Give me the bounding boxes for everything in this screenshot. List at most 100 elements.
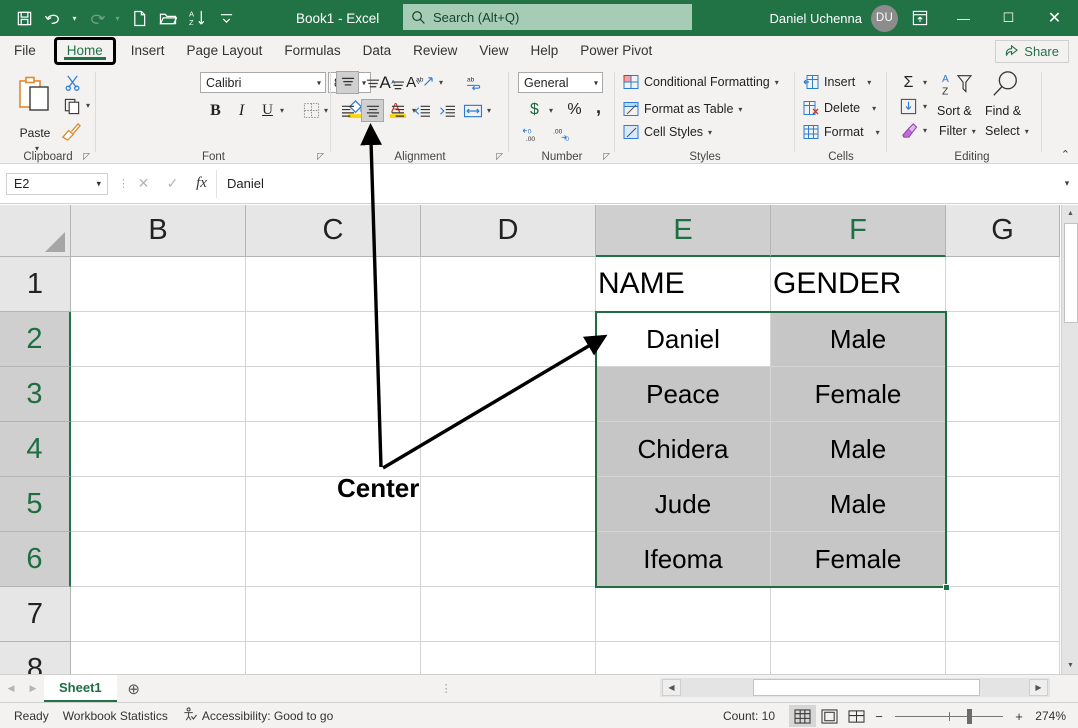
scroll-down-icon[interactable]: ▼ bbox=[1062, 657, 1078, 674]
cell-G4[interactable] bbox=[946, 422, 1060, 477]
find-select-icon[interactable] bbox=[987, 70, 1023, 100]
row-header-6[interactable]: 6 bbox=[0, 532, 71, 587]
scroll-up-icon[interactable]: ▲ bbox=[1062, 205, 1078, 222]
comma-format-icon[interactable]: , bbox=[587, 96, 610, 119]
tab-data[interactable]: Data bbox=[352, 36, 403, 66]
orientation-icon[interactable]: ab bbox=[413, 71, 436, 94]
autosum-icon[interactable]: Σ bbox=[897, 71, 920, 94]
cell-E5[interactable]: Jude bbox=[596, 477, 771, 532]
insert-function-icon[interactable]: fx bbox=[187, 170, 216, 198]
cell-D8[interactable] bbox=[421, 642, 596, 674]
underline-dropdown-icon[interactable]: ▾ bbox=[276, 102, 288, 118]
cell-G7[interactable] bbox=[946, 587, 1060, 642]
align-right-icon[interactable] bbox=[386, 99, 409, 122]
clear-icon[interactable] bbox=[897, 119, 920, 142]
row-header-7[interactable]: 7 bbox=[0, 587, 71, 642]
tab-formulas[interactable]: Formulas bbox=[273, 36, 351, 66]
share-button[interactable]: Share bbox=[995, 40, 1069, 63]
bold-icon[interactable]: B bbox=[204, 99, 227, 122]
cell-C7[interactable] bbox=[246, 587, 421, 642]
cell-F6[interactable]: Female bbox=[771, 532, 946, 587]
minimize-button[interactable]: — bbox=[941, 0, 986, 36]
vertical-scroll-thumb[interactable] bbox=[1064, 223, 1078, 323]
cell-B2[interactable] bbox=[71, 312, 246, 367]
cell-E8[interactable] bbox=[596, 642, 771, 674]
top-align-icon[interactable] bbox=[336, 71, 359, 94]
cell-E3[interactable]: Peace bbox=[596, 367, 771, 422]
zoom-level-label[interactable]: 274% bbox=[1028, 709, 1078, 723]
cell-D1[interactable] bbox=[421, 257, 596, 312]
cell-B3[interactable] bbox=[71, 367, 246, 422]
cell-D6[interactable] bbox=[421, 532, 596, 587]
cell-C4[interactable] bbox=[246, 422, 421, 477]
cell-F7[interactable] bbox=[771, 587, 946, 642]
normal-view-icon[interactable] bbox=[789, 705, 816, 727]
font-dialog-launcher-icon[interactable]: ◸ bbox=[317, 151, 324, 162]
cell-D4[interactable] bbox=[421, 422, 596, 477]
save-icon[interactable] bbox=[10, 5, 38, 31]
tab-page-layout[interactable]: Page Layout bbox=[176, 36, 274, 66]
increase-decimal-icon[interactable]: 0 .00 bbox=[521, 122, 544, 145]
cell-D3[interactable] bbox=[421, 367, 596, 422]
page-layout-view-icon[interactable] bbox=[816, 705, 843, 727]
cancel-entry-icon[interactable]: ✕ bbox=[129, 170, 158, 198]
cell-styles-button[interactable]: Cell Styles ▾ bbox=[623, 124, 712, 140]
percent-format-icon[interactable]: % bbox=[563, 98, 586, 121]
zoom-slider-thumb[interactable] bbox=[967, 709, 972, 724]
delete-cells-button[interactable]: Delete ▾ bbox=[803, 100, 876, 116]
scroll-right-icon[interactable]: ▶ bbox=[1029, 679, 1048, 696]
close-button[interactable]: ✕ bbox=[1031, 0, 1078, 36]
copy-dropdown-icon[interactable]: ▾ bbox=[82, 98, 94, 112]
merge-center-icon[interactable] bbox=[461, 99, 484, 122]
decrease-decimal-icon[interactable]: .00 0 bbox=[551, 122, 574, 145]
cell-F3[interactable]: Female bbox=[771, 367, 946, 422]
tab-review[interactable]: Review bbox=[402, 36, 468, 66]
confirm-entry-icon[interactable]: ✓ bbox=[158, 170, 187, 198]
format-as-table-button[interactable]: Format as Table ▾ bbox=[623, 101, 742, 117]
column-header-E[interactable]: E bbox=[596, 205, 771, 257]
cell-D5[interactable] bbox=[421, 477, 596, 532]
number-dialog-launcher-icon[interactable]: ◸ bbox=[603, 151, 610, 162]
formula-bar-drag-handle[interactable]: ⋮ bbox=[118, 177, 129, 190]
cell-E6[interactable]: Ifeoma bbox=[596, 532, 771, 587]
column-header-D[interactable]: D bbox=[421, 205, 596, 257]
format-painter-icon[interactable] bbox=[58, 120, 82, 142]
cell-E1[interactable]: NAME bbox=[596, 257, 771, 312]
tab-file[interactable]: File bbox=[0, 36, 50, 66]
accounting-format-icon[interactable]: $ bbox=[523, 98, 546, 121]
tab-help[interactable]: Help bbox=[519, 36, 569, 66]
row-header-1[interactable]: 1 bbox=[0, 257, 71, 312]
cell-G2[interactable] bbox=[946, 312, 1060, 367]
formula-input[interactable]: Daniel bbox=[216, 170, 1056, 198]
sort-filter-icon[interactable]: A Z bbox=[939, 70, 975, 100]
column-header-C[interactable]: C bbox=[246, 205, 421, 257]
cell-E4[interactable]: Chidera bbox=[596, 422, 771, 477]
merge-center-dropdown-icon[interactable]: ▾ bbox=[483, 102, 495, 118]
row-header-4[interactable]: 4 bbox=[0, 422, 71, 477]
cell-B7[interactable] bbox=[71, 587, 246, 642]
column-header-F[interactable]: F bbox=[771, 205, 946, 257]
sheet-bar-drag-handle[interactable]: ⋮ bbox=[441, 682, 452, 695]
next-sheet-icon[interactable]: ▶ bbox=[22, 676, 44, 702]
middle-align-icon[interactable] bbox=[361, 71, 384, 94]
zoom-slider[interactable] bbox=[895, 705, 1003, 727]
customize-qat-icon[interactable] bbox=[212, 5, 240, 31]
column-header-G[interactable]: G bbox=[946, 205, 1060, 257]
cell-G8[interactable] bbox=[946, 642, 1060, 674]
cell-G1[interactable] bbox=[946, 257, 1060, 312]
sort-filter-label-2[interactable]: Filter ▾ bbox=[939, 124, 976, 138]
add-sheet-icon[interactable]: ⊕ bbox=[117, 676, 151, 702]
bottom-align-icon[interactable] bbox=[386, 71, 409, 94]
new-file-icon[interactable] bbox=[125, 5, 153, 31]
name-box[interactable]: E2 ▾ bbox=[6, 173, 108, 195]
select-all-corner[interactable] bbox=[0, 205, 71, 257]
cell-F5[interactable]: Male bbox=[771, 477, 946, 532]
cell-B6[interactable] bbox=[71, 532, 246, 587]
accessibility-button[interactable]: Accessibility: Good to go bbox=[182, 707, 333, 725]
cell-C3[interactable] bbox=[246, 367, 421, 422]
fill-icon[interactable] bbox=[897, 95, 920, 118]
tab-insert[interactable]: Insert bbox=[120, 36, 176, 66]
cell-F1[interactable]: GENDER bbox=[771, 257, 946, 312]
zoom-out-button[interactable]: − bbox=[870, 709, 888, 724]
italic-icon[interactable]: I bbox=[230, 99, 253, 122]
